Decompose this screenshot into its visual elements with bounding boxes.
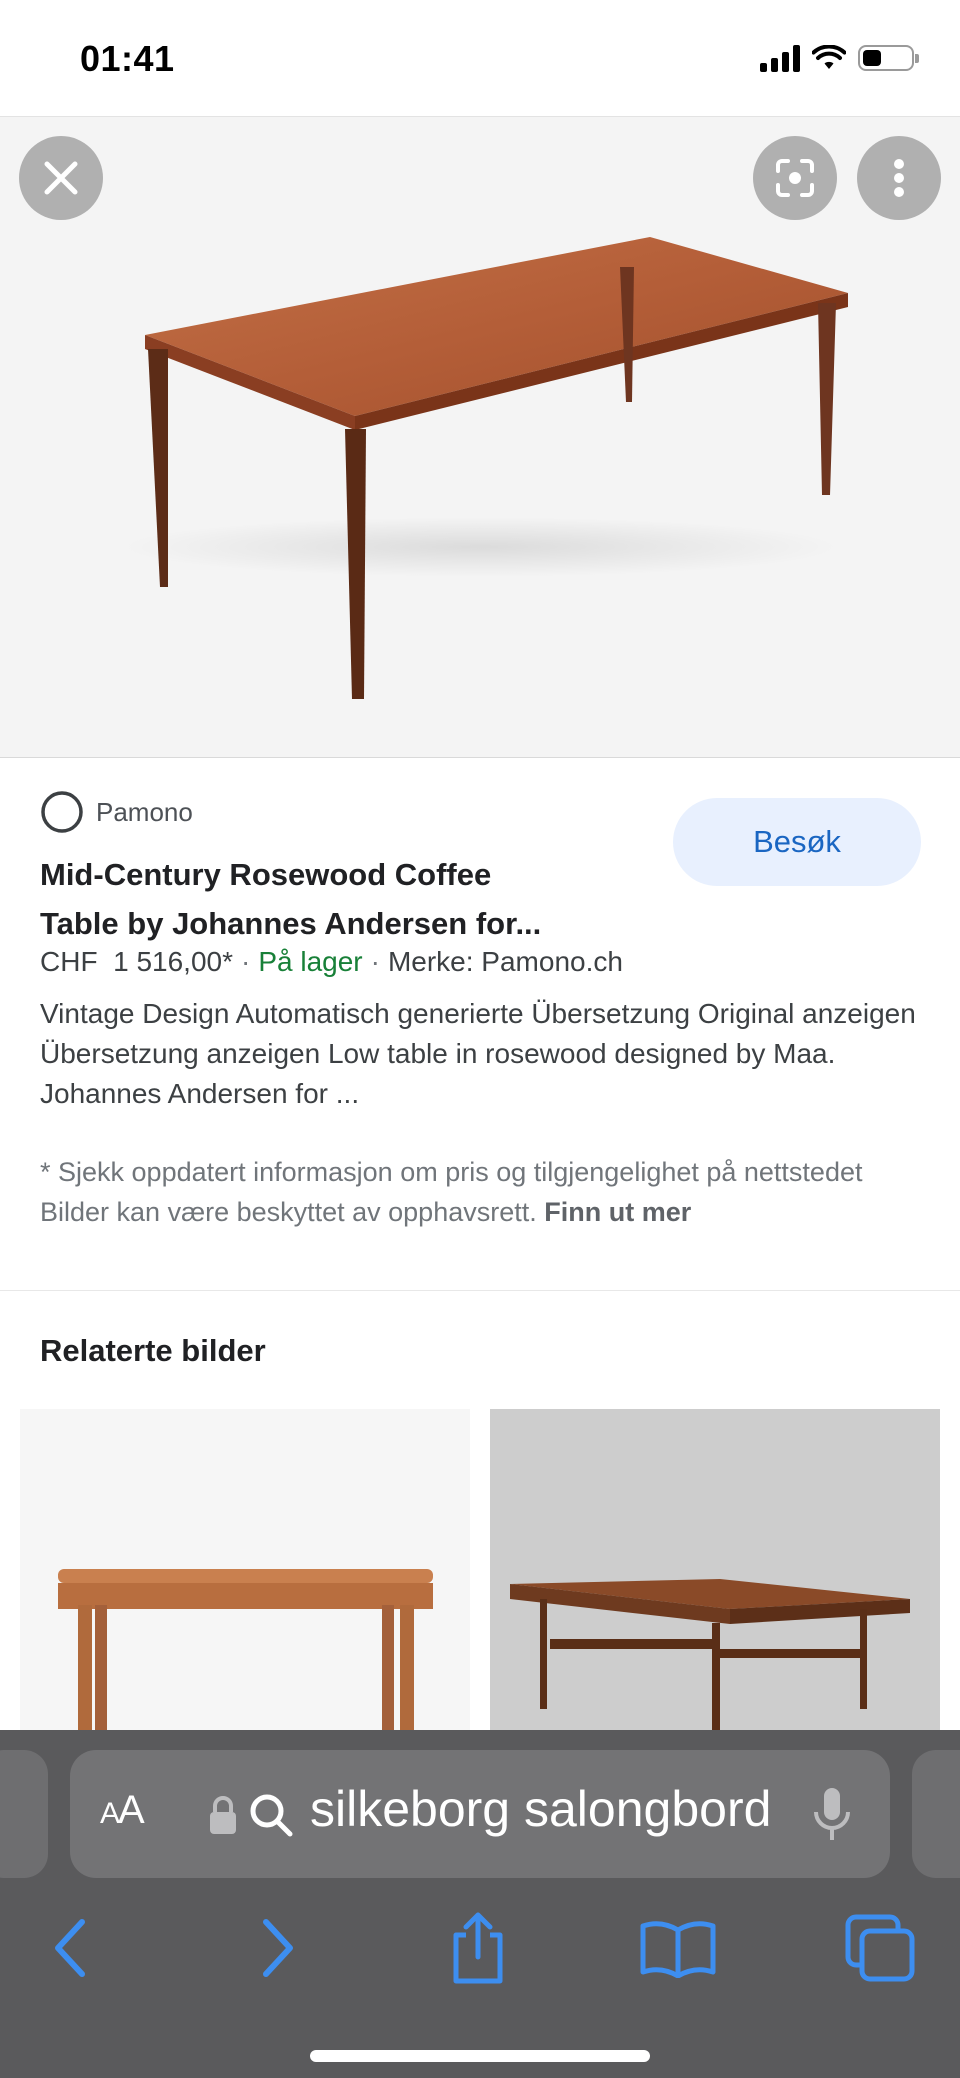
url-text[interactable]: silkeborg salongbord [310,1780,820,1838]
next-tab-peek[interactable] [912,1750,960,1878]
learn-more-link[interactable]: Finn ut mer [544,1197,691,1227]
result-description: Vintage Design Automatisch generierte Üb… [40,998,916,1109]
home-indicator [310,2050,650,2062]
hero-image[interactable] [0,117,960,758]
status-bar: 01:41 [0,0,960,117]
separator-dot: · [370,946,380,977]
bookmarks-button[interactable] [628,1898,728,1998]
notice-text: * Sjekk oppdatert informasjon om pris og… [40,1157,863,1227]
visit-button[interactable]: Besøk [673,798,921,886]
search-icon [250,1794,293,1837]
battery-icon [858,45,919,71]
related-images-heading: Relaterte bilder [40,1333,266,1368]
result-title-line-1: Mid-Century Rosewood Coffee [40,857,492,892]
brand: Merke: Pamono.ch [387,946,623,977]
result-title-line-2: Table by Johannes Andersen for... [40,906,542,941]
section-divider [0,1290,960,1291]
price: 1 516,00* [113,946,233,977]
safari-toolbar [0,1898,960,2028]
cellular-signal-icon [760,44,800,72]
microphone-icon[interactable] [812,1786,852,1844]
previous-tab-peek[interactable] [0,1750,48,1878]
aa-large: A [118,1788,145,1832]
forward-button[interactable] [228,1898,328,1998]
share-button[interactable] [428,1898,528,1998]
related-image-2[interactable] [490,1409,940,1739]
result-title[interactable]: Mid-Century Rosewood Coffee Table by Joh… [40,850,650,948]
back-button[interactable] [20,1898,120,1998]
pamono-logo-icon [41,791,83,833]
address-bar[interactable]: AA silkeborg salongbord [70,1750,890,1878]
product-meta: CHF 1 516,00* · På lager · Merke: Pamono.ch [40,946,623,978]
related-table-image-2 [490,1409,940,1739]
safari-chrome: AA silkeborg salongbord [0,1730,960,2078]
related-table-image-1 [58,1569,433,1739]
share-icon [453,1912,503,1984]
lens-icon [776,159,814,197]
more-vert-icon [894,159,904,197]
tabs-icon [845,1914,915,1982]
separator-dot: · [241,946,251,977]
source-name: Pamono [96,796,193,827]
lock-icon [210,1796,236,1834]
currency: CHF [40,946,98,977]
source-site[interactable]: Pamono [40,790,193,834]
lens-button[interactable] [753,136,837,220]
status-icons [760,44,919,72]
related-image-1[interactable] [20,1409,470,1739]
reader-aa-button[interactable]: AA [100,1788,145,1833]
back-icon [55,1919,85,1977]
wifi-icon [812,45,846,69]
more-options-button[interactable] [857,136,941,220]
copyright-notice: * Sjekk oppdatert informasjon om pris og… [40,1152,920,1232]
status-time: 01:41 [80,38,175,79]
close-button[interactable] [19,136,103,220]
bookmarks-icon [640,1921,716,1978]
forward-icon [263,1919,293,1977]
aa-small: A [100,1797,120,1830]
stock-status: På lager [258,946,363,977]
close-icon [44,161,78,195]
tabs-button[interactable] [830,1898,930,1998]
